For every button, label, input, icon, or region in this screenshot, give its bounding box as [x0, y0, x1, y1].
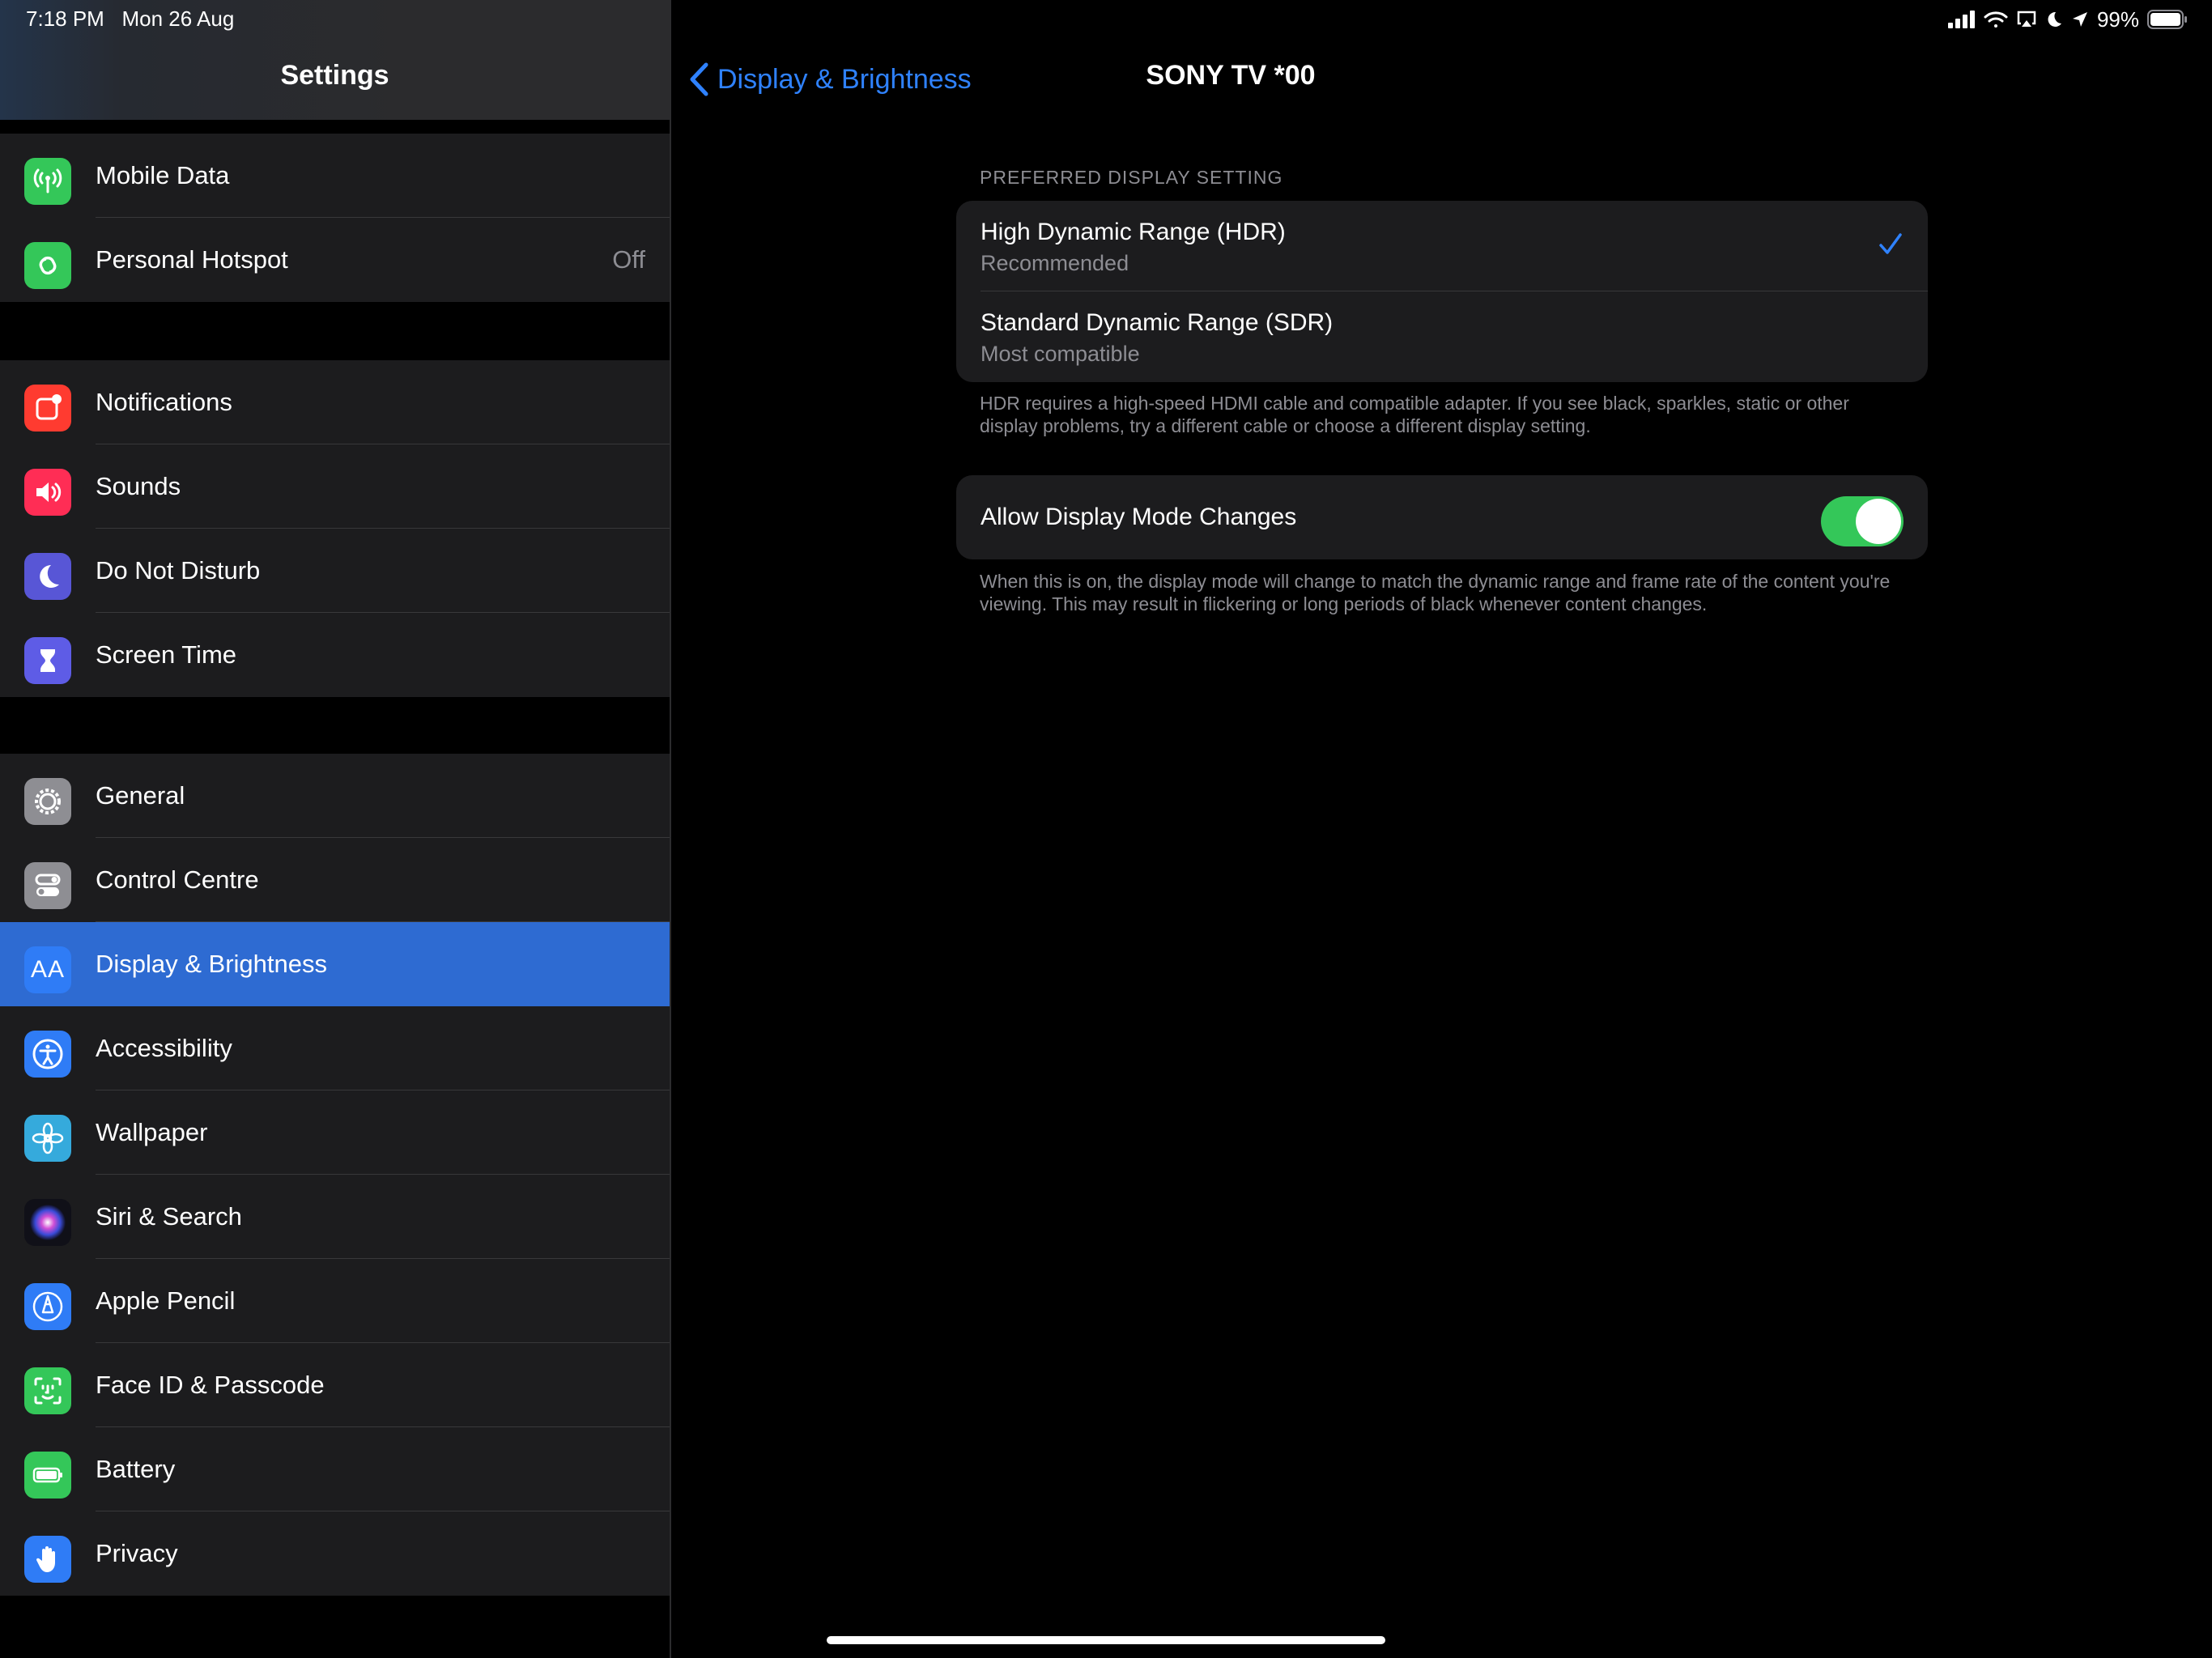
sidebar-item-display-brightness[interactable]: AA Display & Brightness: [0, 922, 670, 1006]
status-bar: 7:18 PM Mon 26 Aug 99%: [0, 0, 2212, 39]
sidebar-item-label: Apple Pencil: [96, 1286, 236, 1315]
sidebar-item-personal-hotspot[interactable]: Personal Hotspot Off: [0, 218, 670, 302]
battery-icon: [24, 1452, 71, 1499]
status-icons: 99%: [1947, 6, 2188, 32]
sidebar-group-connectivity: Mobile Data Personal Hotspot Off: [0, 134, 670, 302]
airplay-icon: [2017, 11, 2036, 27]
sidebar-item-apple-pencil[interactable]: Apple Pencil: [0, 1259, 670, 1343]
sidebar-item-accessibility[interactable]: Accessibility: [0, 1006, 670, 1090]
sidebar-item-general[interactable]: General: [0, 754, 670, 838]
sidebar-group-general: General Control Centre AA Display & Brig…: [0, 754, 670, 1596]
back-button[interactable]: Display & Brightness: [688, 57, 972, 102]
checkmark-icon: [1879, 233, 1902, 254]
sidebar-item-label: Sounds: [96, 472, 181, 500]
sidebar-item-mobile-data[interactable]: Mobile Data: [0, 134, 670, 218]
option-title: Standard Dynamic Range (SDR): [981, 309, 1334, 336]
battery-percentage: 99%: [2096, 6, 2139, 32]
flower-icon: [24, 1115, 71, 1162]
wifi-icon: [1984, 11, 2008, 28]
sidebar-item-label: General: [96, 781, 185, 810]
option-title: High Dynamic Range (HDR): [981, 219, 1286, 245]
sidebar-item-privacy[interactable]: Privacy: [0, 1511, 670, 1596]
text-size-icon: AA: [24, 946, 71, 993]
sidebar-item-label: Control Centre: [96, 865, 259, 894]
gear-icon: [24, 778, 71, 825]
battery-icon: [2147, 10, 2187, 29]
sidebar-item-label: Wallpaper: [96, 1118, 208, 1146]
option-subtitle: Most compatible: [981, 342, 1140, 366]
display-setting-options: High Dynamic Range (HDR) Recommended Sta…: [956, 201, 1928, 382]
sidebar-item-battery[interactable]: Battery: [0, 1427, 670, 1511]
face-id-icon: [24, 1367, 71, 1414]
option-hdr[interactable]: High Dynamic Range (HDR) Recommended: [956, 201, 1928, 291]
sidebar-item-siri-search[interactable]: Siri & Search: [0, 1175, 670, 1259]
hotspot-status-value: Off: [612, 245, 645, 274]
sidebar-item-label: Face ID & Passcode: [96, 1371, 325, 1399]
sidebar-item-label: Siri & Search: [96, 1202, 242, 1231]
display-mode-card: Allow Display Mode Changes: [956, 475, 1928, 559]
sidebar-item-label: Accessibility: [96, 1034, 232, 1062]
status-time-date: 7:18 PM Mon 26 Aug: [26, 6, 234, 32]
sidebar-item-face-id-passcode[interactable]: Face ID & Passcode: [0, 1343, 670, 1427]
status-time: 7:18 PM: [26, 6, 104, 31]
sidebar-group-notifications: Notifications Sounds Do Not Disturb Scre…: [0, 360, 670, 697]
pencil-icon: [24, 1283, 71, 1330]
sidebar-item-label: Mobile Data: [96, 161, 230, 189]
split-divider: [670, 0, 671, 1658]
sidebar-title: Settings: [280, 60, 389, 91]
hand-icon: [24, 1536, 71, 1583]
location-icon: [2072, 12, 2087, 27]
sidebar-item-label: Personal Hotspot: [96, 245, 288, 274]
allow-display-mode-changes-row: Allow Display Mode Changes: [956, 475, 1928, 559]
moon-icon: [24, 553, 71, 600]
signal-icon: [1947, 11, 1975, 28]
toggle-label: Allow Display Mode Changes: [981, 504, 1297, 530]
sidebar-item-do-not-disturb[interactable]: Do Not Disturb: [0, 529, 670, 613]
sidebar-item-notifications[interactable]: Notifications: [0, 360, 670, 444]
sidebar-item-sounds[interactable]: Sounds: [0, 444, 670, 529]
options-footer-note: HDR requires a high-speed HDMI cable and…: [980, 393, 1849, 436]
sidebar-item-label: Battery: [96, 1455, 176, 1483]
speaker-icon: [24, 469, 71, 516]
sidebar-item-label: Do Not Disturb: [96, 556, 261, 585]
sidebar-item-wallpaper[interactable]: Wallpaper: [0, 1090, 670, 1175]
accessibility-icon: [24, 1031, 71, 1078]
sidebar-item-label: Screen Time: [96, 640, 237, 669]
chevron-left-icon: [690, 62, 708, 96]
moon-icon: [2048, 11, 2061, 27]
sidebar-item-screen-time[interactable]: Screen Time: [0, 613, 670, 697]
notifications-icon: [24, 385, 71, 432]
sidebar-item-label: Notifications: [96, 388, 232, 416]
sidebar: Settings Mobile Data Personal Hotspot Of…: [0, 0, 670, 1658]
sidebar-item-control-centre[interactable]: Control Centre: [0, 838, 670, 922]
sidebar-item-label: Privacy: [96, 1539, 178, 1567]
toggle-footer-note: When this is on, the display mode will c…: [980, 571, 1891, 614]
hourglass-icon: [24, 637, 71, 684]
option-sdr[interactable]: Standard Dynamic Range (SDR) Most compat…: [956, 291, 1928, 382]
switch-knob: [1856, 499, 1901, 544]
page-title: SONY TV *00: [1146, 60, 1316, 91]
home-indicator[interactable]: [827, 1636, 1385, 1644]
section-header: PREFERRED DISPLAY SETTING: [980, 167, 1283, 188]
switches-icon: [24, 862, 71, 909]
antenna-icon: [24, 158, 71, 205]
status-date: Mon 26 Aug: [121, 6, 235, 31]
back-button-label: Display & Brightness: [717, 63, 972, 95]
hotspot-icon: [24, 242, 71, 289]
allow-display-mode-changes-switch[interactable]: [1821, 496, 1904, 546]
sidebar-item-label: Display & Brightness: [96, 950, 328, 978]
siri-icon: [24, 1199, 71, 1246]
option-subtitle: Recommended: [981, 251, 1129, 275]
